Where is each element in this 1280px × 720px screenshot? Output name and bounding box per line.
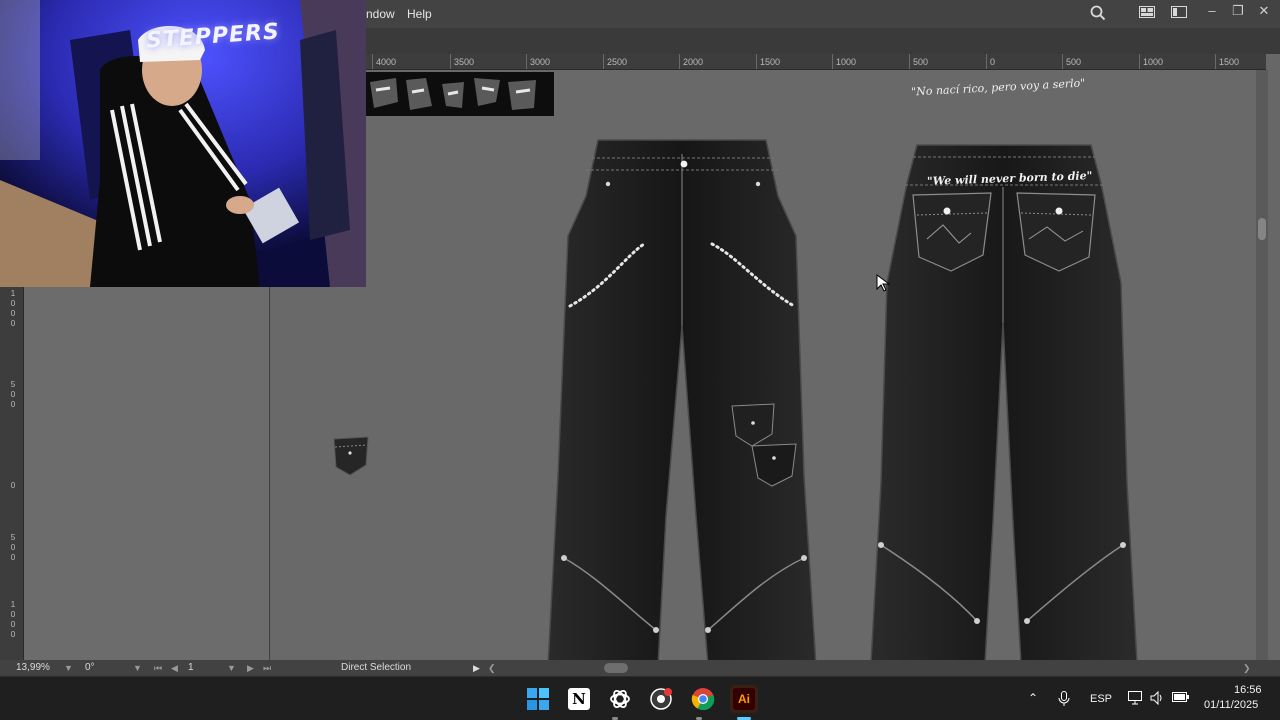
chatgpt-icon[interactable] [606,685,634,713]
zoom-level[interactable]: 13,99% [16,661,50,675]
slogan-front[interactable]: "No nací rico, pero voy a serlo" [911,76,1086,98]
rotation-dropdown-chevron-icon[interactable]: ▼ [133,661,142,675]
ruler-tick: 1500 [760,57,781,67]
current-tool[interactable]: Direct Selection [341,661,411,675]
clock-date[interactable]: 01/11/2025 [1204,699,1258,711]
vertical-scrollbar[interactable] [1256,70,1268,660]
artboard-canvas[interactable]: "No nací rico, pero voy a serlo" "We wil… [271,70,1256,660]
clock-time[interactable]: 16:56 [1234,684,1262,696]
ruler-tick-line [450,54,451,69]
ruler-tick-line [526,54,527,69]
artboard-side-area [24,287,270,660]
arrange-documents-icon[interactable] [1170,5,1188,23]
volume-icon[interactable] [1150,690,1164,708]
notion-icon[interactable]: N [565,685,593,713]
zoom-dropdown-chevron-icon[interactable]: ▼ [64,661,73,675]
illustrator-icon[interactable]: Ai [730,685,758,713]
ruler-tick: 1000 [1143,57,1164,67]
waist-button [680,160,688,168]
first-artboard-icon[interactable]: ⏮ [154,661,162,675]
close-icon[interactable]: ✕ [1255,2,1273,20]
ruler-tick: 1000 [836,57,857,67]
network-icon[interactable] [1128,691,1144,708]
previous-artboard-icon[interactable]: ◀ [171,661,178,675]
jeans-front-view[interactable] [546,136,818,660]
vertical-ruler[interactable]: 1 0 0 0 5 0 0 0 5 0 0 1 0 0 0 [0,287,24,660]
chrome-icon[interactable] [689,685,717,713]
ruler-label: 5 0 0 [10,380,16,409]
ruler-tick-line [832,54,833,69]
ruler-tick-line [603,54,604,69]
scroll-left-icon[interactable]: ❮ [488,661,496,675]
reference-image-strip[interactable] [366,72,554,116]
pocket-patch-element[interactable] [332,435,370,482]
microphone-icon[interactable] [1058,691,1070,710]
last-artboard-icon[interactable]: ⏭ [263,661,271,675]
ruler-tick-line [1215,54,1216,69]
ruler-tick-line [679,54,680,69]
ruler-tick-line [1139,54,1140,69]
ruler-tick-line [909,54,910,69]
ruler-label: 1 0 0 0 [10,289,16,328]
ruler-tick: 500 [913,57,929,67]
ruler-tick-line [756,54,757,69]
search-icon[interactable] [1089,5,1107,23]
jeans-back-view[interactable] [869,143,1141,660]
minimize-icon[interactable]: – [1203,2,1221,20]
ruler-tick: 1500 [1219,57,1240,67]
ruler-tick-line [1062,54,1063,69]
ruler-tick: 3000 [530,57,551,67]
illustrator-letter: Ai [733,688,755,710]
ruler-tick: 4000 [376,57,397,67]
status-bar: 13,99% ▼ 0° ▼ ⏮ ◀ 1 ▼ ▶ ⏭ Direct Selecti… [0,660,1280,676]
battery-icon[interactable] [1172,691,1190,706]
tool-menu-arrow-icon[interactable]: ▶ [473,661,480,675]
ruler-tick: 3500 [454,57,475,67]
mouse-pointer-icon [876,274,891,297]
language-indicator[interactable]: ESP [1090,693,1112,705]
scroll-right-icon[interactable]: ❯ [1243,661,1251,675]
panels-icon[interactable] [1138,5,1156,23]
ruler-tick: 2000 [683,57,704,67]
next-artboard-icon[interactable]: ▶ [247,661,254,675]
ruler-label: 1 0 0 0 [10,600,16,639]
ruler-tick-line [372,54,373,69]
rotation-value[interactable]: 0° [85,661,95,675]
ruler-tick: 500 [1066,57,1082,67]
ruler-label: 5 0 0 [10,533,16,562]
horizontal-ruler[interactable]: 4000 3500 3000 2500 2000 1500 1000 500 0… [366,54,1266,70]
windows-taskbar: N Ai ⌃ ESP 16:56 01/11/2025 [0,676,1280,720]
ruler-tick: 0 [990,57,996,67]
notion-letter: N [568,688,590,710]
illustrator-window: ndow Help – ❐ ✕ 4000 3500 3000 2500 2000… [0,0,1280,720]
ruler-tick: 2500 [607,57,628,67]
menu-help[interactable]: Help [407,7,432,21]
ruler-tick-line [986,54,987,69]
artboard-number[interactable]: 1 [188,661,194,675]
webcam-overlay: STEPPERS [0,0,366,287]
menu-window[interactable]: ndow [366,7,395,21]
ruler-label: 0 [10,481,16,490]
windows-start-icon[interactable] [524,685,552,713]
chrome-profile-icon[interactable] [647,685,675,713]
restore-icon[interactable]: ❐ [1229,2,1247,20]
horizontal-scroll-thumb[interactable] [604,663,628,673]
tray-overflow-chevron-icon[interactable]: ⌃ [1028,691,1038,705]
scrollbar-thumb[interactable] [1258,218,1266,240]
artboard-dropdown-chevron-icon[interactable]: ▼ [227,661,236,675]
